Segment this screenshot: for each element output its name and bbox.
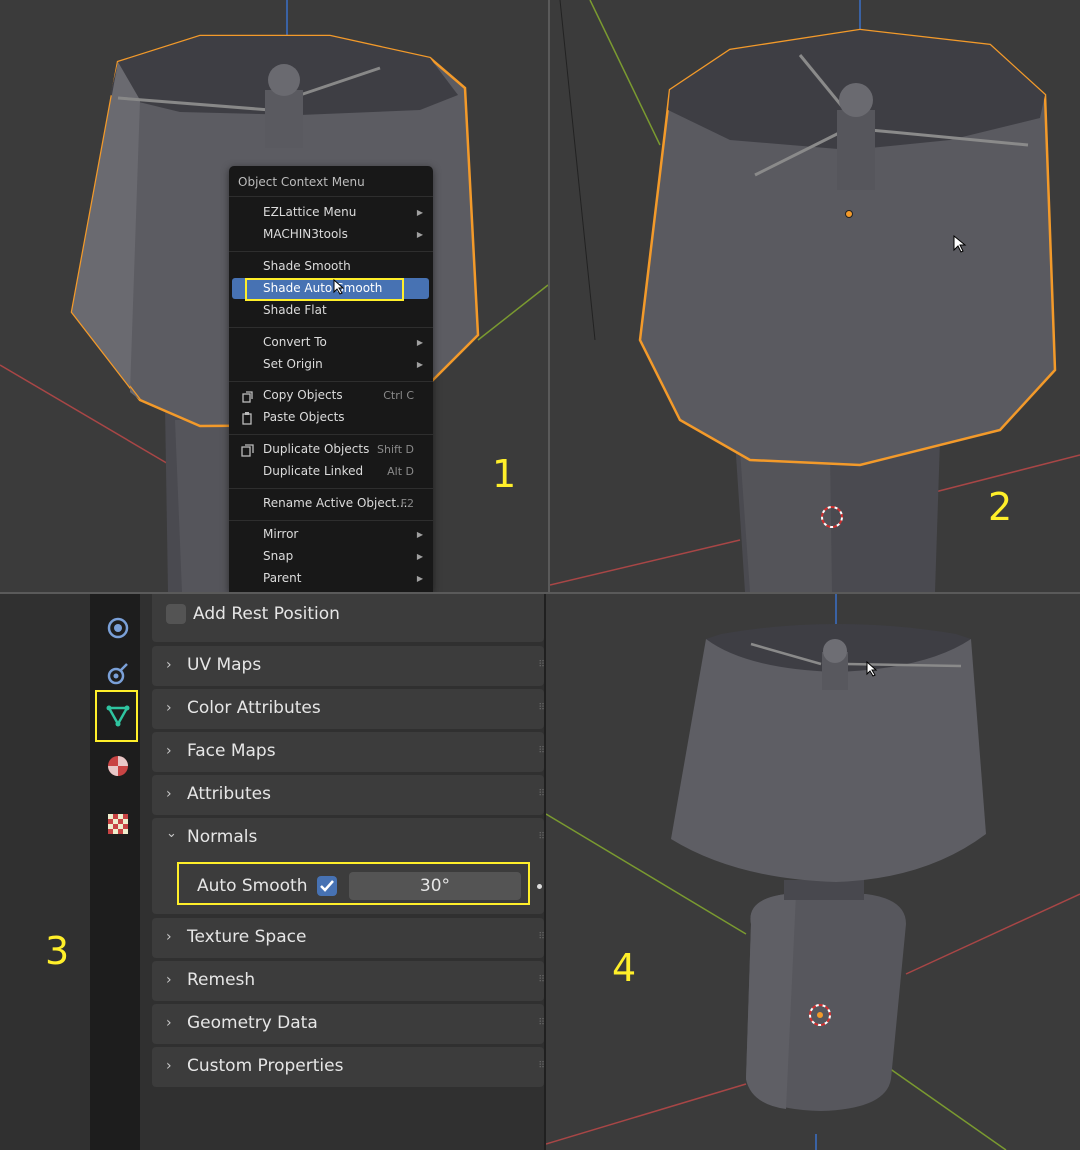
properties-panel: Add Rest Position › UV Maps ⠿ › Color At… [0,594,544,1150]
menu-item-convert-to[interactable]: Convert To ▶ [232,332,429,353]
chevron-right-icon: › [166,743,172,759]
submenu-arrow-icon: ▶ [416,208,423,217]
submenu-arrow-icon: ▶ [416,360,423,369]
viewport-panel-1[interactable]: Object Context Menu EZLattice Menu ▶ MAC… [0,0,548,592]
object-origin-dot [817,1012,823,1018]
chevron-right-icon: › [166,972,172,988]
material-icon[interactable] [104,752,132,780]
keyframe-dot-icon[interactable] [537,884,542,889]
auto-smooth-label: Auto Smooth [197,876,308,896]
mouse-cursor-icon [333,279,345,295]
viewport-panel-2[interactable]: 2 [550,0,1080,592]
checkmark-icon [320,880,334,892]
auto-smooth-angle-field[interactable]: 30° [349,872,521,900]
mesh-data-icon[interactable] [104,702,132,730]
section-custom-properties[interactable]: › Custom Properties ⠿ [152,1047,544,1087]
menu-item-machin3tools[interactable]: MACHIN3tools ▶ [232,224,429,245]
menu-item-snap[interactable]: Snap ▶ [232,546,429,567]
copy-icon [242,391,253,403]
y-axis-line [589,0,661,146]
physics-icon[interactable] [104,660,132,688]
menu-item-duplicate-linked[interactable]: Duplicate Linked Alt D [232,461,429,482]
chevron-right-icon: › [166,786,172,802]
object-origin-dot [845,210,853,218]
duplicate-icon [241,444,254,457]
chevron-right-icon: › [166,1015,172,1031]
section-remesh[interactable]: › Remesh ⠿ [152,961,544,1001]
submenu-arrow-icon: ▶ [416,530,423,539]
submenu-arrow-icon: ▶ [416,552,423,561]
menu-item-set-origin[interactable]: Set Origin ▶ [232,354,429,375]
section-geometry-data[interactable]: › Geometry Data ⠿ [152,1004,544,1044]
menu-item-duplicate-objects[interactable]: Duplicate Objects Shift D [232,439,429,460]
chevron-right-icon: › [166,929,172,945]
chevron-down-icon: ⌄ [166,826,177,841]
y-axis-line [477,284,548,341]
section-texture-space[interactable]: › Texture Space ⠿ [152,918,544,958]
highlight-annotation-box [245,278,404,301]
section-face-maps[interactable]: › Face Maps ⠿ [152,732,544,772]
menu-item-paste-objects[interactable]: Paste Objects [232,407,429,428]
menu-item-rename-active-object[interactable]: Rename Active Object... F2 [232,493,429,514]
chevron-right-icon: › [166,657,172,673]
chevron-right-icon: › [166,700,172,716]
context-menu-title: Object Context Menu [238,175,365,189]
step-number-4: 4 [612,946,637,990]
menu-item-copy-objects[interactable]: Copy Objects Ctrl C [232,385,429,406]
viewport-scene-4 [546,594,1080,1150]
chevron-right-icon: › [166,1058,172,1074]
section-uv-maps[interactable]: › UV Maps ⠿ [152,646,544,686]
step-number-2: 2 [988,485,1013,529]
step-number-3: 3 [45,929,70,973]
menu-item-shade-smooth[interactable]: Shade Smooth [232,256,429,277]
submenu-arrow-icon: ▶ [416,338,423,347]
x-axis-line [550,539,741,586]
auto-smooth-checkbox[interactable] [317,876,337,896]
section-color-attributes[interactable]: › Color Attributes ⠿ [152,689,544,729]
submenu-arrow-icon: ▶ [416,574,423,583]
menu-item-ezlattice[interactable]: EZLattice Menu ▶ [232,202,429,223]
add-rest-position-row: Add Rest Position [152,594,544,642]
menu-item-parent[interactable]: Parent ▶ [232,568,429,589]
scene-icon[interactable] [104,614,132,642]
menu-item-mirror[interactable]: Mirror ▶ [232,524,429,545]
step-number-1: 1 [492,452,517,496]
add-rest-position-checkbox[interactable] [166,604,186,624]
texture-icon[interactable] [104,810,132,838]
viewport-panel-4[interactable]: 4 [546,594,1080,1150]
paste-icon [242,412,252,425]
section-attributes[interactable]: › Attributes ⠿ [152,775,544,815]
menu-item-shade-flat[interactable]: Shade Flat [232,300,429,321]
add-rest-position-label: Add Rest Position [193,604,340,624]
x-axis-line [546,1083,747,1145]
object-context-menu: Object Context Menu EZLattice Menu ▶ MAC… [229,166,433,592]
submenu-arrow-icon: ▶ [416,230,423,239]
